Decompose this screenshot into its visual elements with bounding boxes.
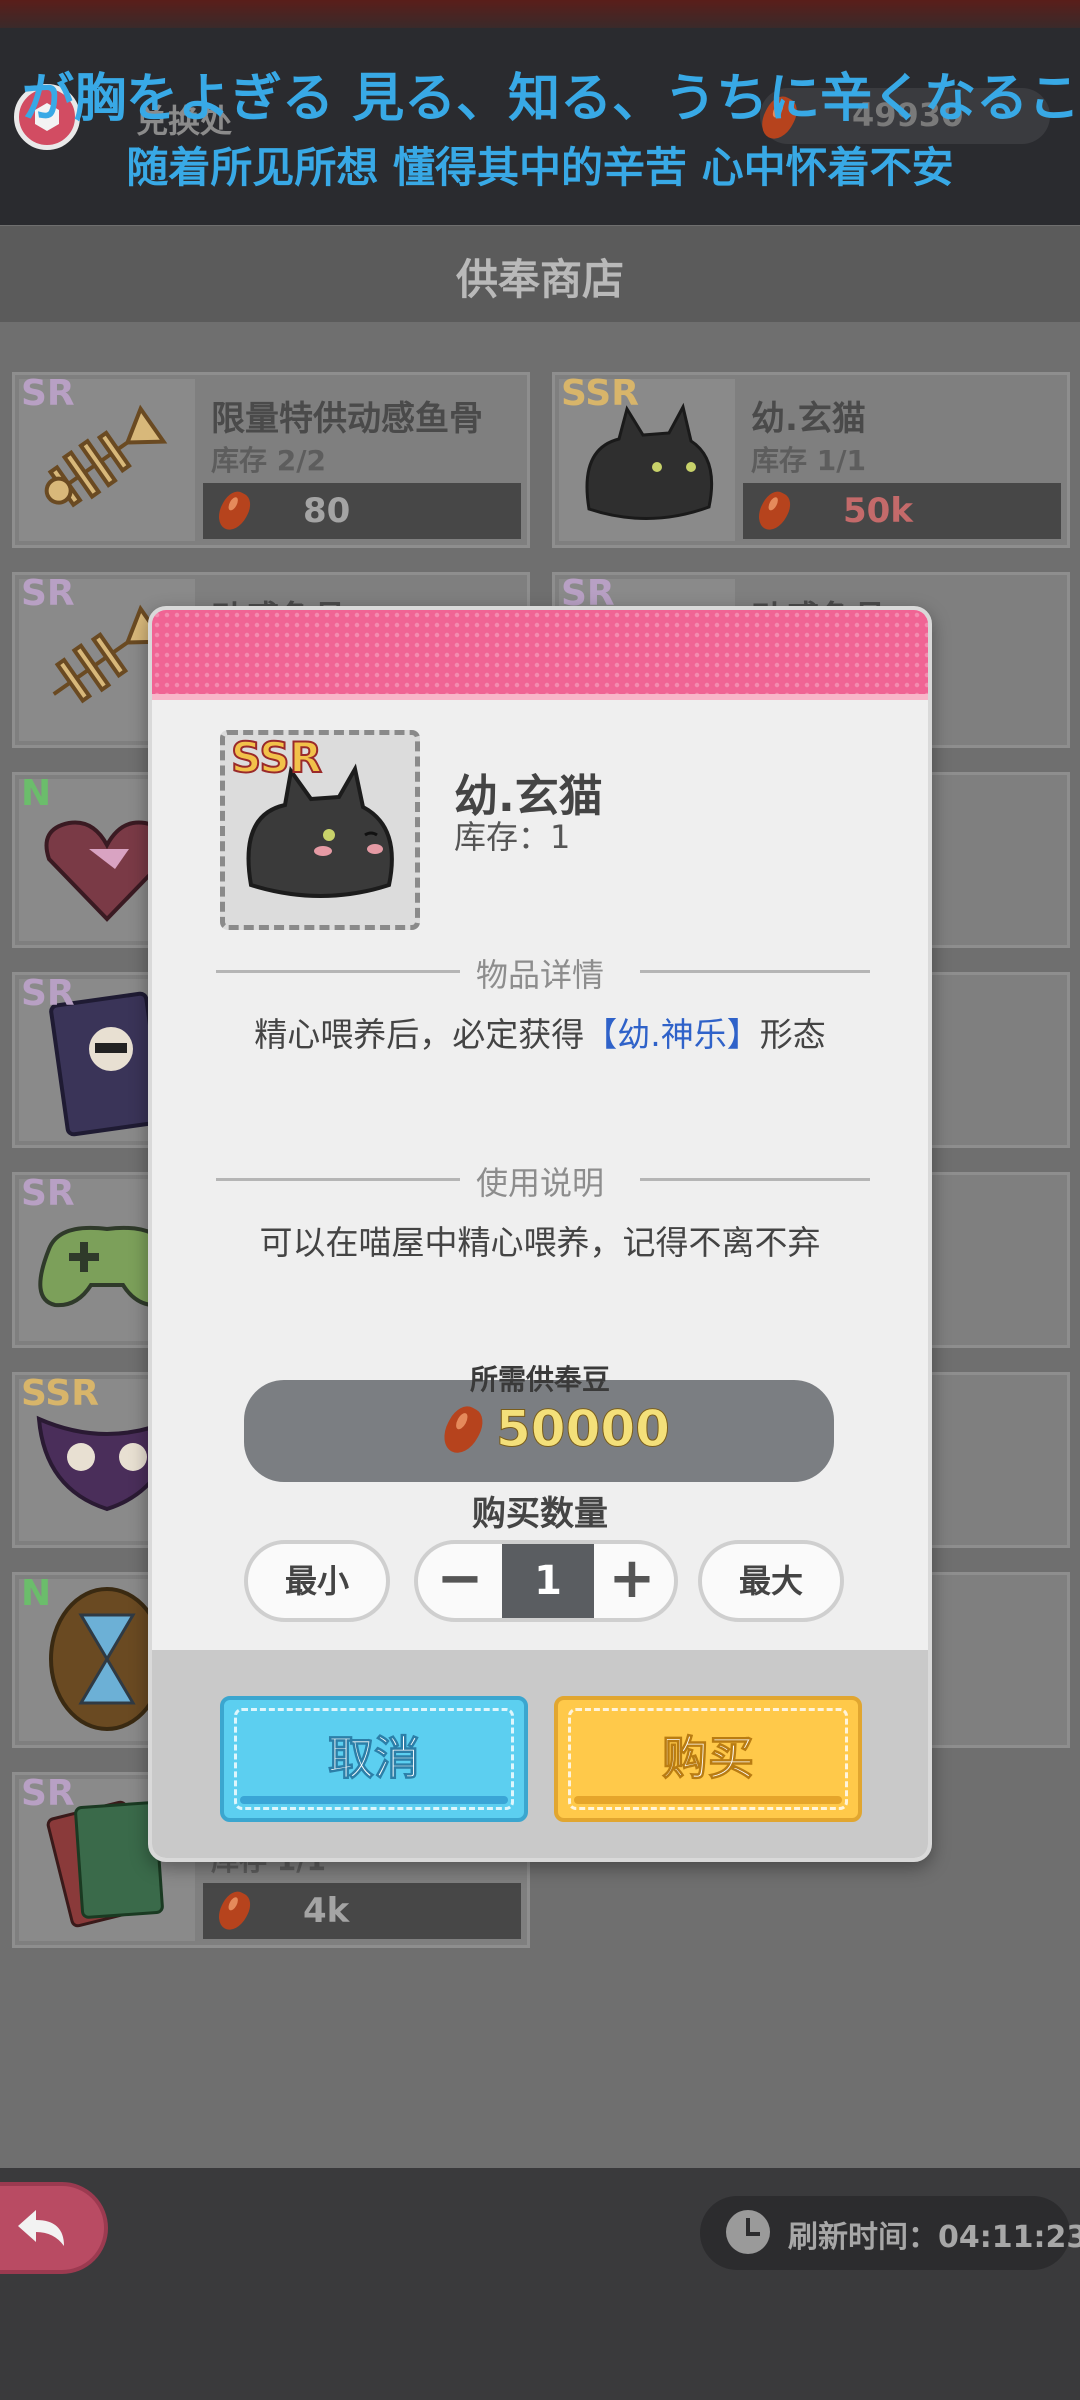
- item-price: 80: [303, 491, 351, 531]
- refresh-time-text: 刷新时间：04:11:23: [788, 2220, 1080, 2255]
- usage-title: 使用说明: [475, 1164, 604, 1202]
- item-preview: SSR: [220, 730, 420, 930]
- buy-label: 购买: [662, 1731, 755, 1786]
- bean-icon: [442, 1404, 486, 1457]
- item-price: 4k: [303, 1891, 350, 1931]
- dialog-header: [152, 610, 928, 700]
- clock-icon: [726, 2210, 770, 2254]
- cost-value: 50000: [496, 1400, 671, 1459]
- bean-icon: [757, 489, 793, 532]
- shop-item-card[interactable]: SR 限量特供动感鱼骨 库存 2/2 80: [12, 372, 530, 548]
- details-title: 物品详情: [475, 956, 604, 994]
- price-bar: 80: [203, 483, 521, 539]
- rarity-label: N: [21, 773, 52, 814]
- item-stock: 库存：1: [454, 818, 571, 856]
- item-name: 限量特供动感鱼骨: [211, 399, 483, 439]
- usage-text: 可以在喵屋中精心喂养，记得不离不弃: [259, 1223, 821, 1262]
- purchase-dialog: SSR 幼.玄猫 库存：1 物品详情 精心喂养后，必定获得【幼.神乐】形态 使用…: [148, 606, 932, 1862]
- price-bar: 4k: [203, 1883, 521, 1939]
- item-stock: 库存 1/1: [751, 444, 866, 477]
- rarity-label: SR: [21, 373, 75, 414]
- min-quantity-button[interactable]: 最小: [244, 1540, 390, 1622]
- rarity-label: SSR: [561, 373, 639, 414]
- rarity-badge: SSR: [230, 733, 323, 783]
- buy-button[interactable]: 购买: [554, 1696, 862, 1822]
- rarity-label: SR: [21, 1773, 75, 1814]
- increase-button[interactable]: +: [590, 1544, 674, 1618]
- bean-icon: [217, 1889, 253, 1932]
- item-stock: 库存 2/2: [211, 444, 326, 477]
- item-name: 幼.玄猫: [751, 399, 866, 439]
- quantity-stepper: − 1 +: [414, 1540, 678, 1622]
- details-text-part: 精心喂养后，必定获得: [254, 1015, 585, 1054]
- details-text-highlight: 【幼.神乐】: [584, 1015, 760, 1054]
- quantity-title: 购买数量: [472, 1494, 608, 1534]
- details-text-part: 形态: [759, 1015, 826, 1054]
- top-bar: 兑换处 49930 が胸をよぎる 見る、知る、うちに辛くなるこ⸨ 随着所见所想 …: [0, 0, 1080, 225]
- rarity-label: SR: [21, 573, 75, 614]
- rarity-label: SSR: [21, 1373, 99, 1414]
- bean-icon: [217, 489, 253, 532]
- rarity-label: SR: [21, 1173, 75, 1214]
- button-shine: [240, 1796, 508, 1804]
- button-shine: [574, 1796, 842, 1804]
- item-price: 50k: [843, 491, 913, 531]
- decrease-button[interactable]: −: [418, 1544, 502, 1618]
- lyric-chinese: 随着所见所想 懂得其中的辛苦 心中怀着不安: [126, 143, 954, 192]
- cost-label: 所需供奉豆: [469, 1363, 610, 1396]
- shop-title: 供奉商店: [455, 255, 624, 304]
- max-quantity-button[interactable]: 最大: [698, 1540, 844, 1622]
- back-arrow-icon: [18, 2210, 64, 2246]
- cancel-button[interactable]: 取消: [220, 1696, 528, 1822]
- details-text: 精心喂养后，必定获得【幼.神乐】形态: [152, 1008, 928, 1056]
- shop-item-card[interactable]: SSR 幼.玄猫 库存 1/1 50k: [552, 372, 1070, 548]
- price-bar: 50k: [743, 483, 1061, 539]
- top-rim: [0, 0, 1080, 28]
- rarity-label: N: [21, 1573, 52, 1614]
- rarity-label: SR: [21, 973, 75, 1014]
- lyric-japanese: が胸をよぎる 見る、知る、うちに辛くなるこ⸨: [22, 69, 1080, 129]
- quantity-value: 1: [502, 1544, 594, 1618]
- cancel-label: 取消: [328, 1731, 421, 1786]
- refresh-timer: 刷新时间：04:11:23: [700, 2196, 1080, 2270]
- back-button[interactable]: [0, 2182, 108, 2274]
